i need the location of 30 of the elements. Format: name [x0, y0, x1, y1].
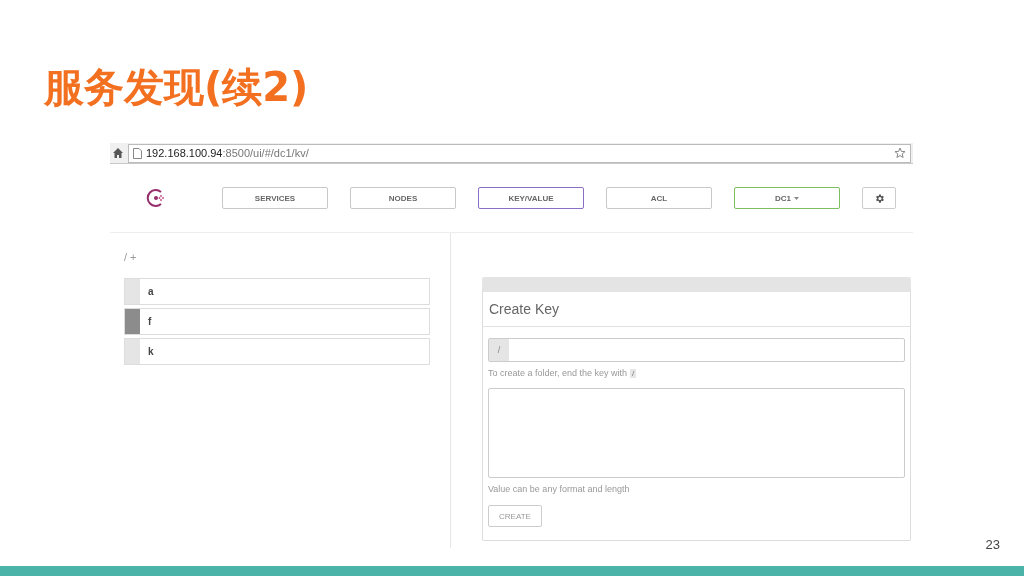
- key-hint: To create a folder, end the key with: [488, 368, 628, 378]
- panel-title: Create Key: [483, 292, 910, 327]
- url-host: 192.168.100.94: [146, 147, 223, 159]
- star-icon[interactable]: [894, 147, 906, 159]
- slash-code: /: [630, 368, 637, 378]
- slide-title: 服务发现(续2): [44, 63, 310, 112]
- nav-tab[interactable]: NODES: [350, 187, 456, 209]
- address-field[interactable]: 192.168.100.94:8500/ui/#/dc1/kv/: [128, 143, 911, 163]
- key-name: k: [148, 346, 154, 357]
- key-input-field[interactable]: /: [488, 338, 905, 362]
- key-item[interactable]: f: [124, 308, 430, 335]
- create-button[interactable]: CREATE: [488, 505, 542, 527]
- nav-tab[interactable]: SERVICES: [222, 187, 328, 209]
- page-number: 23: [985, 537, 1000, 552]
- value-hint: Value can be any format and length: [488, 484, 630, 494]
- settings-button[interactable]: [862, 187, 896, 209]
- nav-tab[interactable]: KEY/VALUE: [478, 187, 584, 209]
- key-prefix: /: [489, 339, 509, 361]
- url-path: :8500/ui/#/dc1/kv/: [222, 147, 310, 159]
- settings-icon: [873, 192, 885, 204]
- page-icon: [133, 147, 142, 159]
- datacenter-dropdown[interactable]: DC1: [734, 187, 840, 209]
- home-icon[interactable]: [112, 147, 124, 159]
- key-name: f: [148, 316, 152, 327]
- nav-tab[interactable]: ACL: [606, 187, 712, 209]
- key-name: a: [148, 286, 154, 297]
- breadcrumb-path[interactable]: /: [124, 251, 128, 267]
- key-item[interactable]: k: [124, 338, 430, 365]
- key-item[interactable]: a: [124, 278, 430, 305]
- caret-icon: [794, 196, 799, 200]
